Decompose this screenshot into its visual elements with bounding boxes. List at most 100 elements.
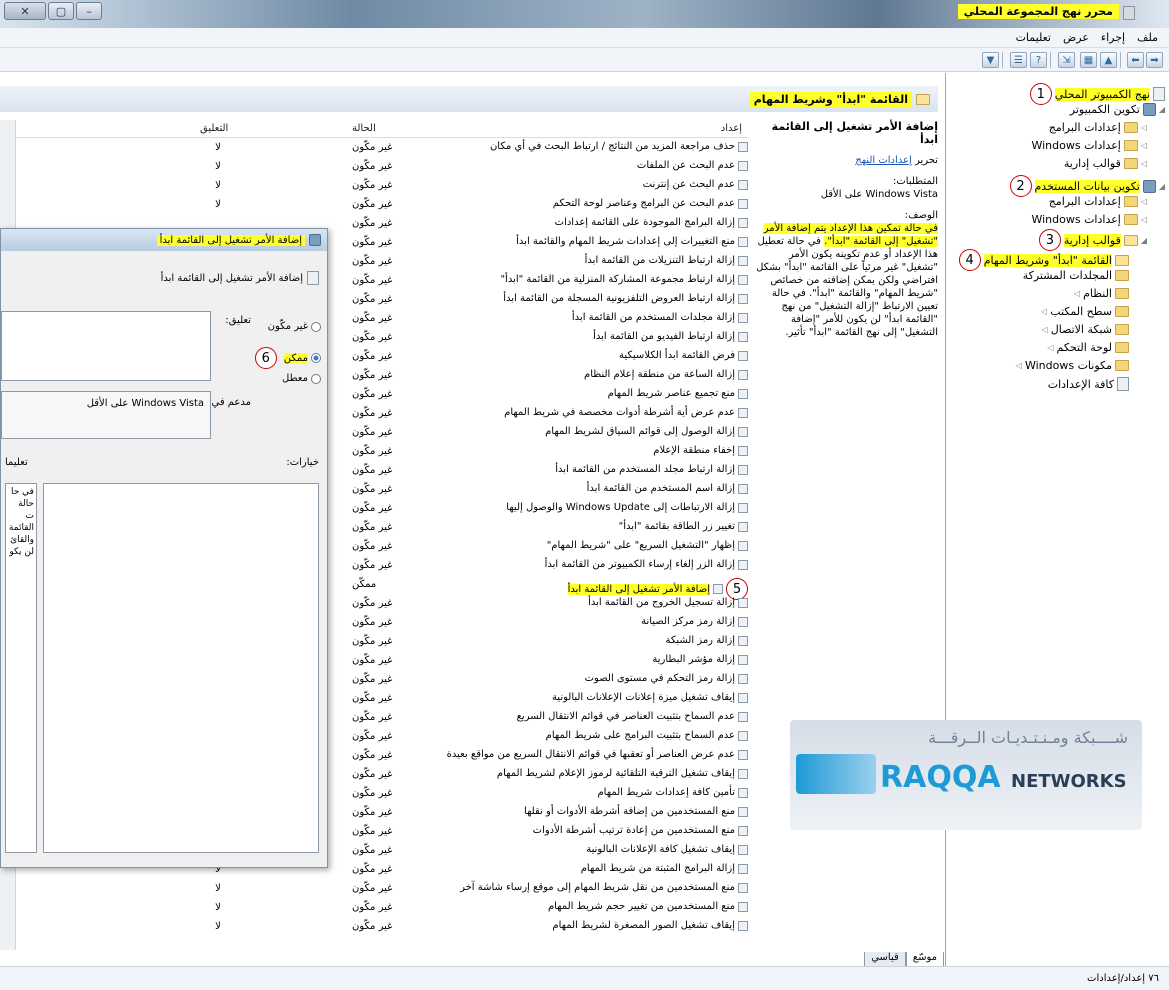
maximize-button[interactable]: ▢ — [48, 2, 74, 20]
setting-icon — [738, 331, 748, 342]
table-row[interactable]: إيقاف تشغيل الصور المصغرة لشريط المهام غي… — [0, 919, 748, 936]
minimize-button[interactable]: – — [76, 2, 102, 20]
tree-item-local-computer-policy[interactable]: نهج الكمبيوتر المحلي 1 — [1029, 83, 1165, 105]
tree-item-desktop[interactable]: سطح المكتب ◁ — [1041, 305, 1129, 318]
tree-item-windows-settings[interactable]: ◁ إعدادات Windows — [1031, 139, 1147, 152]
tree-item-windows-components[interactable]: مكونات Windows ◁ — [1016, 359, 1129, 372]
radio-disabled[interactable]: معطل — [282, 373, 321, 384]
tree-item-user-configuration[interactable]: ◢ تكوين بيانات المستخدم 2 — [1009, 175, 1165, 197]
setting-name: عدم السماح بتثبيت البرامج على شريط المها… — [545, 730, 735, 741]
setting-icon — [738, 825, 748, 836]
collapse-arrow-icon[interactable]: ◁ — [1016, 361, 1022, 370]
collapse-arrow-icon[interactable]: ◁ — [1042, 325, 1048, 334]
expand-arrow-icon[interactable]: ◢ — [1141, 236, 1147, 245]
table-row[interactable]: عدم البحث عن البرامج وعناصر لوحة التحكم غ… — [0, 197, 748, 214]
radio-circle[interactable] — [311, 353, 321, 363]
tree-item-label: كافة الإعدادات — [1047, 377, 1114, 391]
tree-item-start-menu-taskbar[interactable]: القائمة "ابدأ" وشريط المهام 4 — [958, 249, 1129, 271]
collapse-arrow-icon[interactable]: ◁ — [1141, 123, 1147, 132]
tree-item-system[interactable]: النظام ◁ — [1074, 287, 1129, 300]
column-comment[interactable]: التعليق — [200, 123, 228, 134]
setting-cell: عدم السماح بتثبيت العناصر في قوائم الانت… — [517, 711, 748, 722]
setting-name: إزالة مجلدات المستخدم من القائمة ابدأ — [571, 312, 735, 323]
column-setting[interactable]: إعداد — [721, 123, 742, 134]
setting-icon — [738, 806, 748, 817]
edit-policy-link[interactable]: إعدادات النهج — [855, 155, 912, 166]
collapse-arrow-icon[interactable]: ◁ — [1141, 197, 1147, 206]
table-row[interactable]: عدم البحث عن الملفات غير مكّون لا — [0, 159, 748, 176]
folder-icon — [1115, 324, 1129, 335]
setting-icon — [738, 787, 748, 798]
setting-icon — [738, 179, 748, 190]
folder-open-icon — [1115, 254, 1129, 266]
dialog-icon — [309, 234, 321, 246]
setting-icon — [738, 198, 748, 209]
requirements-value: Windows Vista على الأقل — [820, 189, 938, 200]
help-panel: في حا حالة ت القائمة والقائ لن يكو — [5, 483, 37, 853]
setting-name: إزالة الارتباطات إلى Windows Update والو… — [506, 502, 735, 513]
setting-cell: إزالة رمز التحكم في مستوى الصوت — [585, 673, 748, 684]
watermark-tagline: شــــبكة ومـنـتـديـات الــرقـــة — [928, 728, 1128, 747]
back-arrow-icon[interactable]: ⬅ — [1127, 52, 1144, 68]
tree-item-all-settings[interactable]: كافة الإعدادات — [1048, 377, 1129, 391]
state-cell: غير مكّون — [352, 788, 393, 799]
help-icon[interactable]: ? — [1030, 52, 1047, 68]
radio-circle[interactable] — [311, 321, 321, 332]
table-row[interactable]: عدم البحث عن إنترنت غير مكّون لا — [0, 178, 748, 195]
tree-item-admin-templates[interactable]: ◁ قوالب إدارية — [1064, 157, 1147, 170]
setting-cell: إزالة الزر إلغاء إرساء الكمبيوتر من القا… — [545, 559, 748, 570]
setting-icon — [738, 483, 748, 494]
setting-name: إيقاف تشغيل كافة الإعلانات البالونية — [586, 844, 735, 855]
menu-view[interactable]: عرض — [1060, 31, 1092, 44]
expand-arrow-icon[interactable]: ◢ — [1159, 182, 1165, 191]
forward-arrow-icon[interactable]: ➡ — [1146, 52, 1163, 68]
tree-item-label: تكوين بيانات المستخدم — [1034, 179, 1140, 193]
expand-arrow-icon[interactable]: ◢ — [1159, 105, 1165, 114]
table-row[interactable]: حذف مراجعة المزيد من النتائج / ارتباط ال… — [0, 140, 748, 157]
table-row[interactable]: منع المستخدمين من نقل شريط المهام إلى مو… — [0, 881, 748, 898]
filter-icon[interactable]: ▼ — [982, 52, 999, 68]
status-text: ٧٦ إعداد/إعدادات — [1087, 973, 1159, 984]
radio-label: معطل — [282, 373, 308, 384]
collapse-arrow-icon[interactable]: ◁ — [1074, 289, 1080, 298]
radio-not-configured[interactable]: غير مكّون — [268, 321, 321, 332]
comment-cell: لا — [215, 921, 221, 932]
tree-item-user-software-settings[interactable]: ◁ إعدادات البرامج — [1049, 195, 1147, 208]
radio-enabled[interactable]: ممكن 6 — [254, 347, 321, 369]
tree-item-network[interactable]: شبكة الاتصال ◁ — [1042, 323, 1129, 336]
radio-circle[interactable] — [311, 373, 321, 384]
collapse-arrow-icon[interactable]: ◁ — [1047, 343, 1053, 352]
state-cell: غير مكّون — [352, 617, 393, 628]
comment-textarea[interactable] — [1, 311, 211, 381]
close-button[interactable]: ✕ — [4, 2, 46, 20]
properties-icon[interactable]: ☰ — [1010, 52, 1027, 68]
menu-file[interactable]: ملف — [1134, 31, 1161, 44]
tree-item-user-windows-settings[interactable]: ◁ إعدادات Windows — [1031, 213, 1147, 226]
tree-item-control-panel[interactable]: لوحة التحكم ◁ — [1047, 341, 1129, 354]
state-cell: غير مكّون — [352, 256, 393, 267]
tree-item-shared-folders[interactable]: المجلدات المشتركة — [1023, 269, 1129, 282]
menu-help[interactable]: تعليمات — [1013, 31, 1054, 44]
up-folder-icon[interactable]: ▲ — [1100, 52, 1117, 68]
column-state[interactable]: الحالة — [352, 123, 376, 134]
setting-icon — [307, 271, 319, 285]
tree-item-software-settings[interactable]: ◁ إعدادات البرامج — [1049, 121, 1147, 134]
table-row[interactable]: منع المستخدمين من تغيير حجم شريط المهام غ… — [0, 900, 748, 917]
state-cell: غير مكّون — [352, 674, 393, 685]
tree-item-computer-configuration[interactable]: ◢ تكوين الكمبيوتر — [1070, 103, 1165, 116]
state-cell: غير مكّون — [352, 864, 393, 875]
collapse-arrow-icon[interactable]: ◁ — [1141, 159, 1147, 168]
folder-icon — [1123, 196, 1138, 207]
setting-icon — [738, 844, 748, 855]
collapse-arrow-icon[interactable]: ◁ — [1141, 141, 1147, 150]
collapse-arrow-icon[interactable]: ◁ — [1041, 307, 1047, 316]
menu-action[interactable]: إجراء — [1098, 31, 1128, 44]
export-list-icon[interactable]: ⇲ — [1058, 52, 1075, 68]
collapse-arrow-icon[interactable]: ◁ — [1141, 215, 1147, 224]
tree-item-label: إعدادات Windows — [1031, 213, 1121, 226]
state-cell: غير مكّون — [352, 522, 393, 533]
show-hide-tree-icon[interactable]: ▦ — [1080, 52, 1097, 68]
supported-label: مدعم في: — [208, 397, 251, 408]
tree-item-user-admin-templates[interactable]: ◢ قوالب إدارية 3 — [1038, 229, 1147, 251]
state-cell: غير مكّون — [352, 750, 393, 761]
